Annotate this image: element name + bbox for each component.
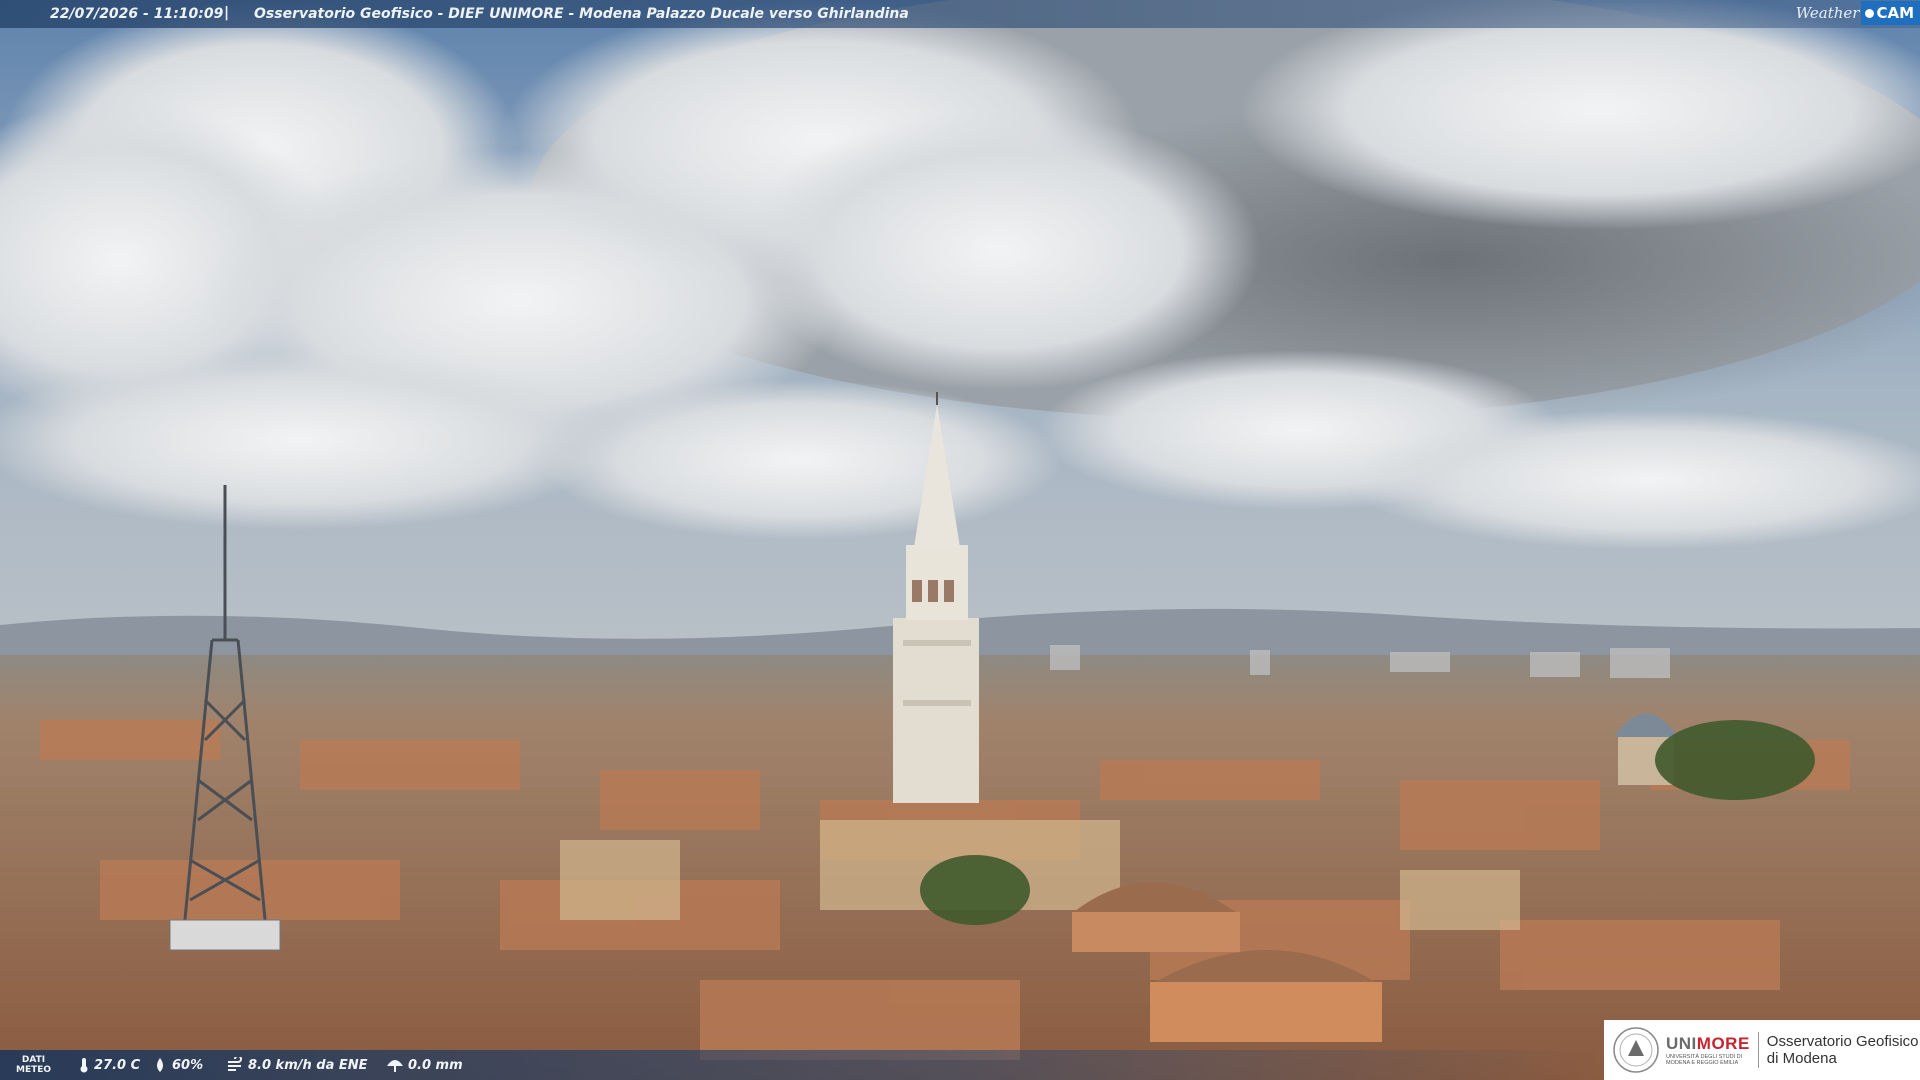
webcam-scene	[0, 0, 1920, 1080]
wind-value: 8.0 km/h da ENE	[248, 1057, 368, 1073]
wind-reading: 8.0 km/h da ENE	[226, 1057, 368, 1073]
umbrella-icon	[387, 1060, 403, 1072]
weathercam-logo-cam-text: CAM	[1876, 4, 1914, 22]
timestamp: 22/07/2026 - 11:10:09	[50, 6, 224, 22]
camera-title: Osservatorio Geofisico - DIEF UNIMORE - …	[254, 6, 909, 22]
meteo-label-line1: DATI	[21, 1055, 46, 1065]
weathercam-logo: Weather CAM	[1796, 0, 1920, 26]
caption-bar: 22/07/2026 - 11:10:09 | Osservatorio Geo…	[0, 0, 1920, 28]
thermometer-icon	[80, 1058, 88, 1073]
unimore-part2: MORE	[1696, 1034, 1750, 1053]
unimore-part1: UNI	[1666, 1034, 1697, 1053]
clouds	[0, 0, 1920, 550]
temperature-reading: 27.0 C	[78, 1057, 140, 1073]
rain-reading: 0.0 mm	[386, 1057, 463, 1073]
university-seal-icon	[1613, 1027, 1659, 1073]
temperature-value: 27.0 C	[94, 1057, 141, 1073]
weathercam-logo-weather: Weather	[1795, 4, 1860, 22]
meteo-label: DATI METEO	[16, 1055, 51, 1075]
humidity-reading: 60%	[152, 1057, 203, 1073]
unimore-wordmark: UNIMORE UNIVERSITÀ DEGLI STUDI DI MODENA…	[1666, 1034, 1750, 1066]
water-drop-icon	[157, 1058, 163, 1072]
meteo-label-line2: METEO	[16, 1065, 52, 1075]
meteo-bar: DATI METEO 27.0 C 60% 8.0 km/h da ENE 0.…	[0, 1050, 1600, 1080]
observatory-name: Osservatorio Geofisico di Modena	[1767, 1033, 1919, 1067]
wind-icon	[228, 1057, 242, 1071]
observatory-name-line1: Osservatorio Geofisico	[1766, 1033, 1919, 1050]
unimore-logo-panel: UNIMORE UNIVERSITÀ DEGLI STUDI DI MODENA…	[1604, 1020, 1920, 1080]
lens-icon	[1865, 9, 1875, 18]
observatory-name-line2: di Modena	[1766, 1050, 1837, 1067]
weathercam-logo-cam: CAM	[1861, 1, 1920, 25]
caption-separator: |	[224, 5, 230, 21]
rain-value: 0.0 mm	[408, 1057, 463, 1073]
unimore-subtitle-2: MODENA E REGGIO EMILIA	[1666, 1060, 1739, 1066]
logo-divider	[1757, 1032, 1759, 1068]
humidity-value: 60%	[172, 1057, 204, 1073]
